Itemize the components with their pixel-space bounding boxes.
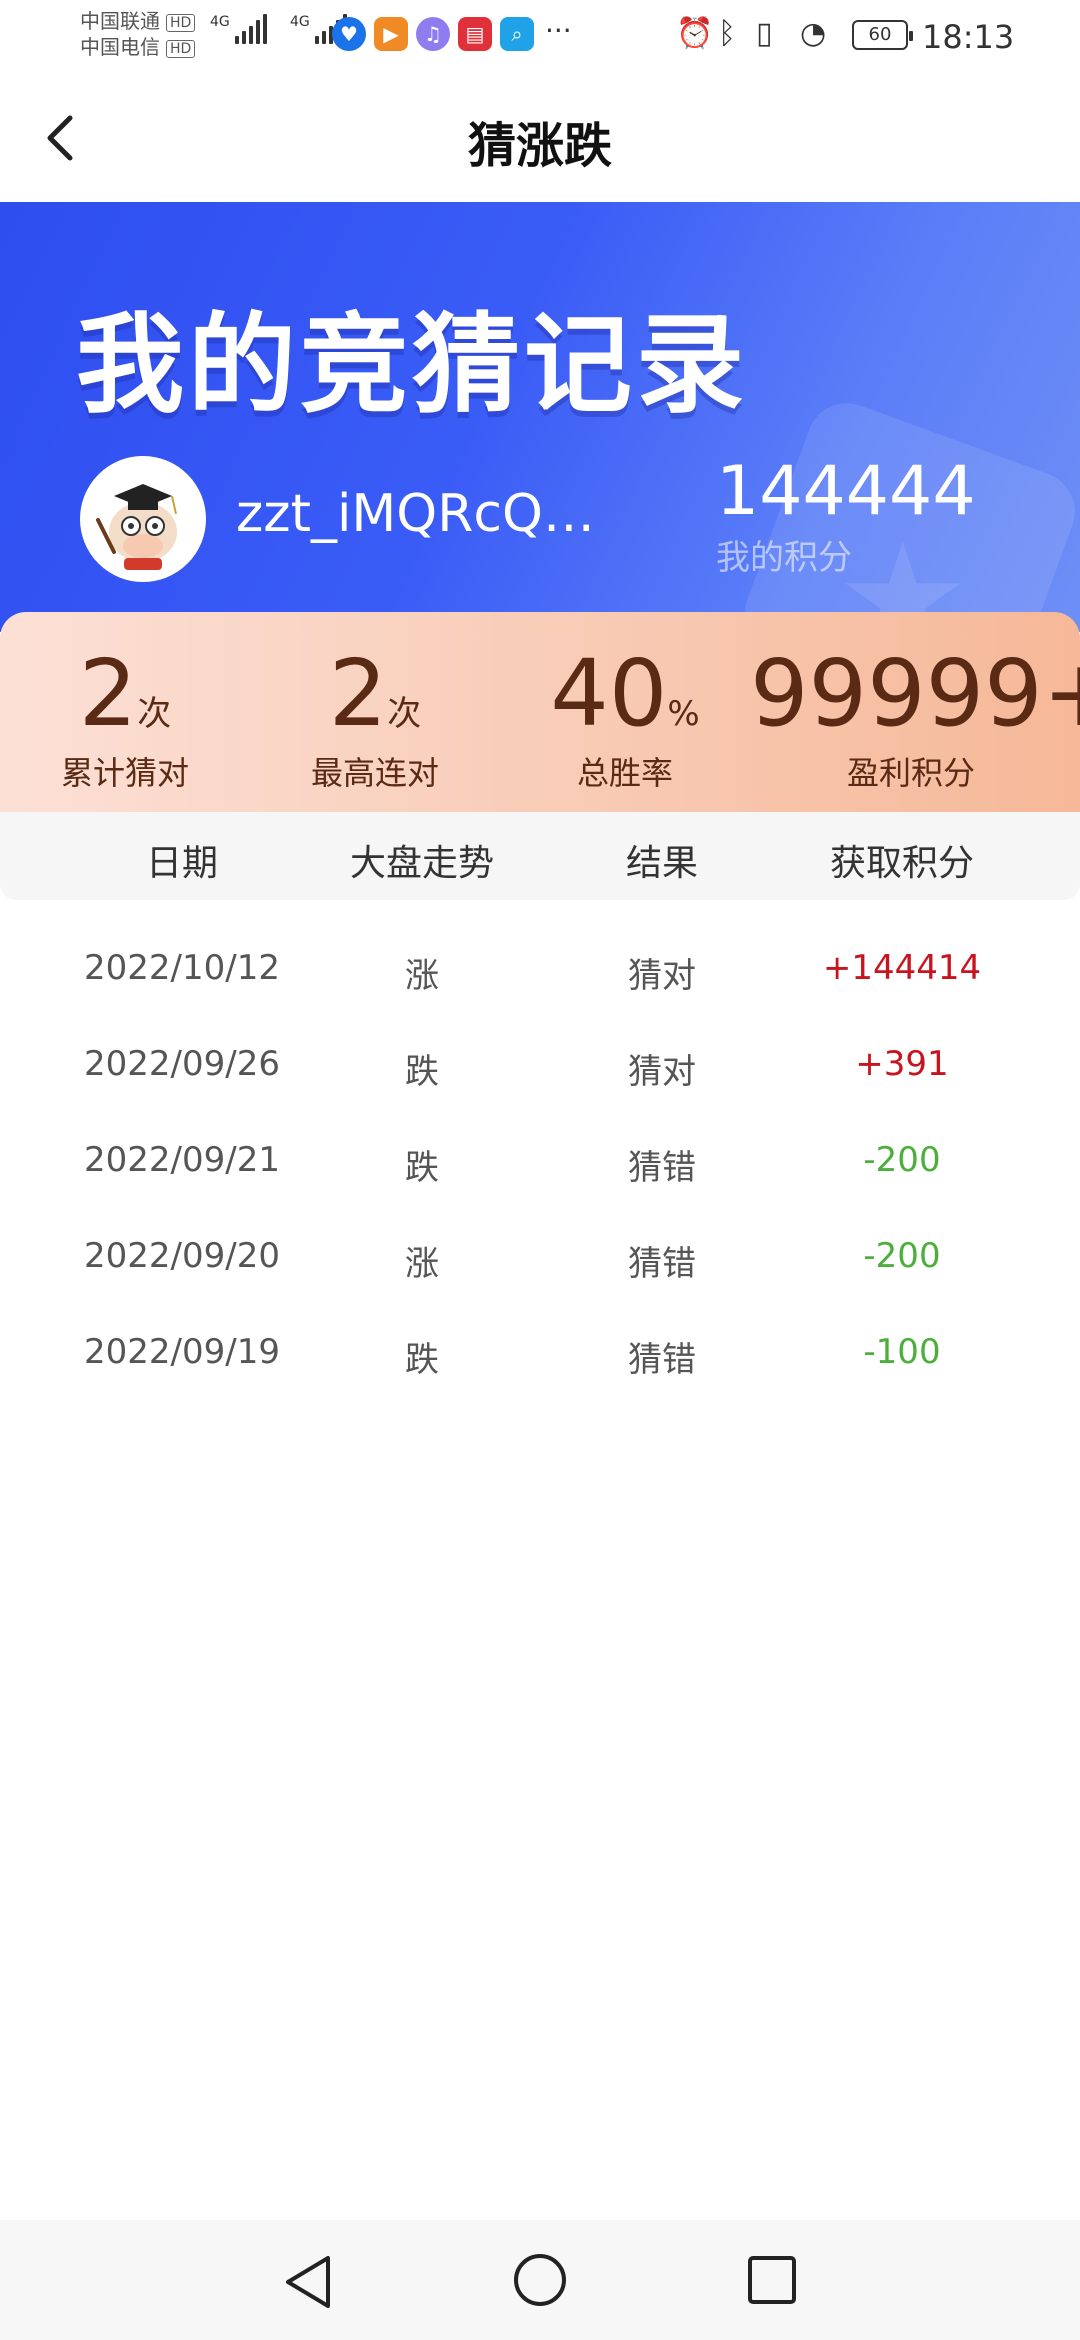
my-points-value: 144444	[716, 452, 976, 531]
vibrate-icon: ▯	[756, 16, 773, 51]
cell-trend: 涨	[405, 1244, 439, 1284]
cell-result: 猜错	[628, 1148, 696, 1188]
stat-label: 最高连对	[310, 754, 439, 792]
bulb-app-icon: ♥	[332, 17, 366, 51]
stat-value: 2	[78, 640, 138, 747]
network-type-2: 4G	[290, 14, 310, 30]
stat-label: 累计猜对	[60, 754, 189, 792]
cell-points: +144414	[822, 948, 982, 988]
table-row: 2022/10/12 涨 猜对 +144414	[0, 922, 1080, 1018]
nav-home-icon[interactable]	[512, 2252, 568, 2308]
cell-points: +391	[855, 1044, 949, 1084]
cell-date: 2022/09/20	[84, 1236, 280, 1276]
stat-profit-points: 99999+ 盈利积分	[750, 644, 1080, 794]
stat-max-streak: 2次 最高连对	[280, 644, 470, 794]
cell-points: -100	[863, 1332, 941, 1372]
cell-trend: 跌	[405, 1148, 439, 1188]
bluetooth-icon: ᛒ	[718, 16, 736, 51]
battery-icon: 60	[852, 20, 913, 50]
cell-result: 猜错	[628, 1340, 696, 1380]
carrier-1: 中国联通	[80, 9, 160, 33]
page-title: 猜涨跌	[467, 118, 612, 174]
alarm-icon: ⏰	[676, 16, 714, 51]
cell-date: 2022/09/26	[84, 1044, 280, 1084]
stats-panel: 2次 累计猜对 2次 最高连对 40% 总胜率 99999+ 盈利积分	[0, 612, 1080, 812]
music-app-icon: ♫	[416, 17, 450, 51]
avatar[interactable]	[80, 456, 206, 582]
header-date: 日期	[145, 843, 218, 884]
signal-icon-1: 4G	[210, 14, 267, 44]
nav-recents-icon[interactable]	[744, 2252, 800, 2308]
hd-badge-1: HD	[166, 13, 196, 32]
nav-back-icon[interactable]	[280, 2252, 336, 2312]
table-header: 日期 大盘走势 结果 获取积分	[0, 812, 1080, 900]
cell-points: -200	[863, 1140, 941, 1180]
header-result: 结果	[625, 843, 698, 884]
table-row: 2022/09/19 跌 猜错 -100	[0, 1306, 1080, 1402]
table-row: 2022/09/26 跌 猜对 +391	[0, 1018, 1080, 1114]
stat-unit: 次	[387, 694, 422, 734]
search-app-icon: ⌕	[500, 17, 534, 51]
username: zzt_iMQRcQ…	[236, 484, 595, 544]
stat-total-correct: 2次 累计猜对	[30, 644, 220, 794]
speed-icon: ◔	[800, 16, 827, 51]
cell-trend: 涨	[405, 956, 439, 996]
cell-date: 2022/10/12	[84, 948, 280, 988]
cell-date: 2022/09/19	[84, 1332, 280, 1372]
status-bar: 中国联通 HD 中国电信 HD 4G 4G ♥ ▶ ♫ ▤ ⌕ ··· ⏰ ᛒ ▯ …	[0, 0, 1080, 72]
records-banner: ★ 我的竞猜记录 zzt_iMQRcQ… 144444 我的积分	[0, 202, 1080, 632]
stat-unit: %	[667, 694, 700, 734]
stat-unit: 次	[137, 694, 172, 734]
stat-value: 40	[550, 640, 668, 747]
nav-bar: 猜涨跌	[0, 72, 1080, 202]
cell-trend: 跌	[405, 1052, 439, 1092]
cell-result: 猜错	[628, 1244, 696, 1284]
banner-title: 我的竞猜记录	[76, 303, 749, 428]
carrier-2: 中国电信	[80, 35, 160, 59]
header-trend: 大盘走势	[349, 843, 494, 884]
network-type-1: 4G	[210, 14, 230, 30]
stat-label: 总胜率	[576, 754, 673, 792]
my-points-label: 我的积分	[716, 538, 852, 578]
stat-value: 2	[328, 640, 388, 747]
play-app-icon: ▶	[374, 17, 408, 51]
stat-value: 99999+	[750, 640, 1080, 747]
carrier-info: 中国联通 HD 中国电信 HD	[80, 8, 196, 60]
table-row: 2022/09/21 跌 猜错 -200	[0, 1114, 1080, 1210]
cell-result: 猜对	[628, 956, 696, 996]
stat-win-rate: 40% 总胜率	[530, 644, 720, 794]
cow-mascot-icon	[84, 460, 202, 578]
header-points: 获取积分	[829, 843, 974, 884]
table-row: 2022/09/20 涨 猜错 -200	[0, 1210, 1080, 1306]
hd-badge-2: HD	[166, 39, 196, 58]
more-notifications-icon: ···	[545, 14, 572, 47]
stat-label: 盈利积分	[846, 754, 975, 792]
cell-points: -200	[863, 1236, 941, 1276]
clock: 18:13	[922, 18, 1015, 56]
system-nav-bar	[0, 2220, 1080, 2340]
cell-trend: 跌	[405, 1340, 439, 1380]
cell-date: 2022/09/21	[84, 1140, 280, 1180]
book-app-icon: ▤	[458, 17, 492, 51]
cell-result: 猜对	[628, 1052, 696, 1092]
